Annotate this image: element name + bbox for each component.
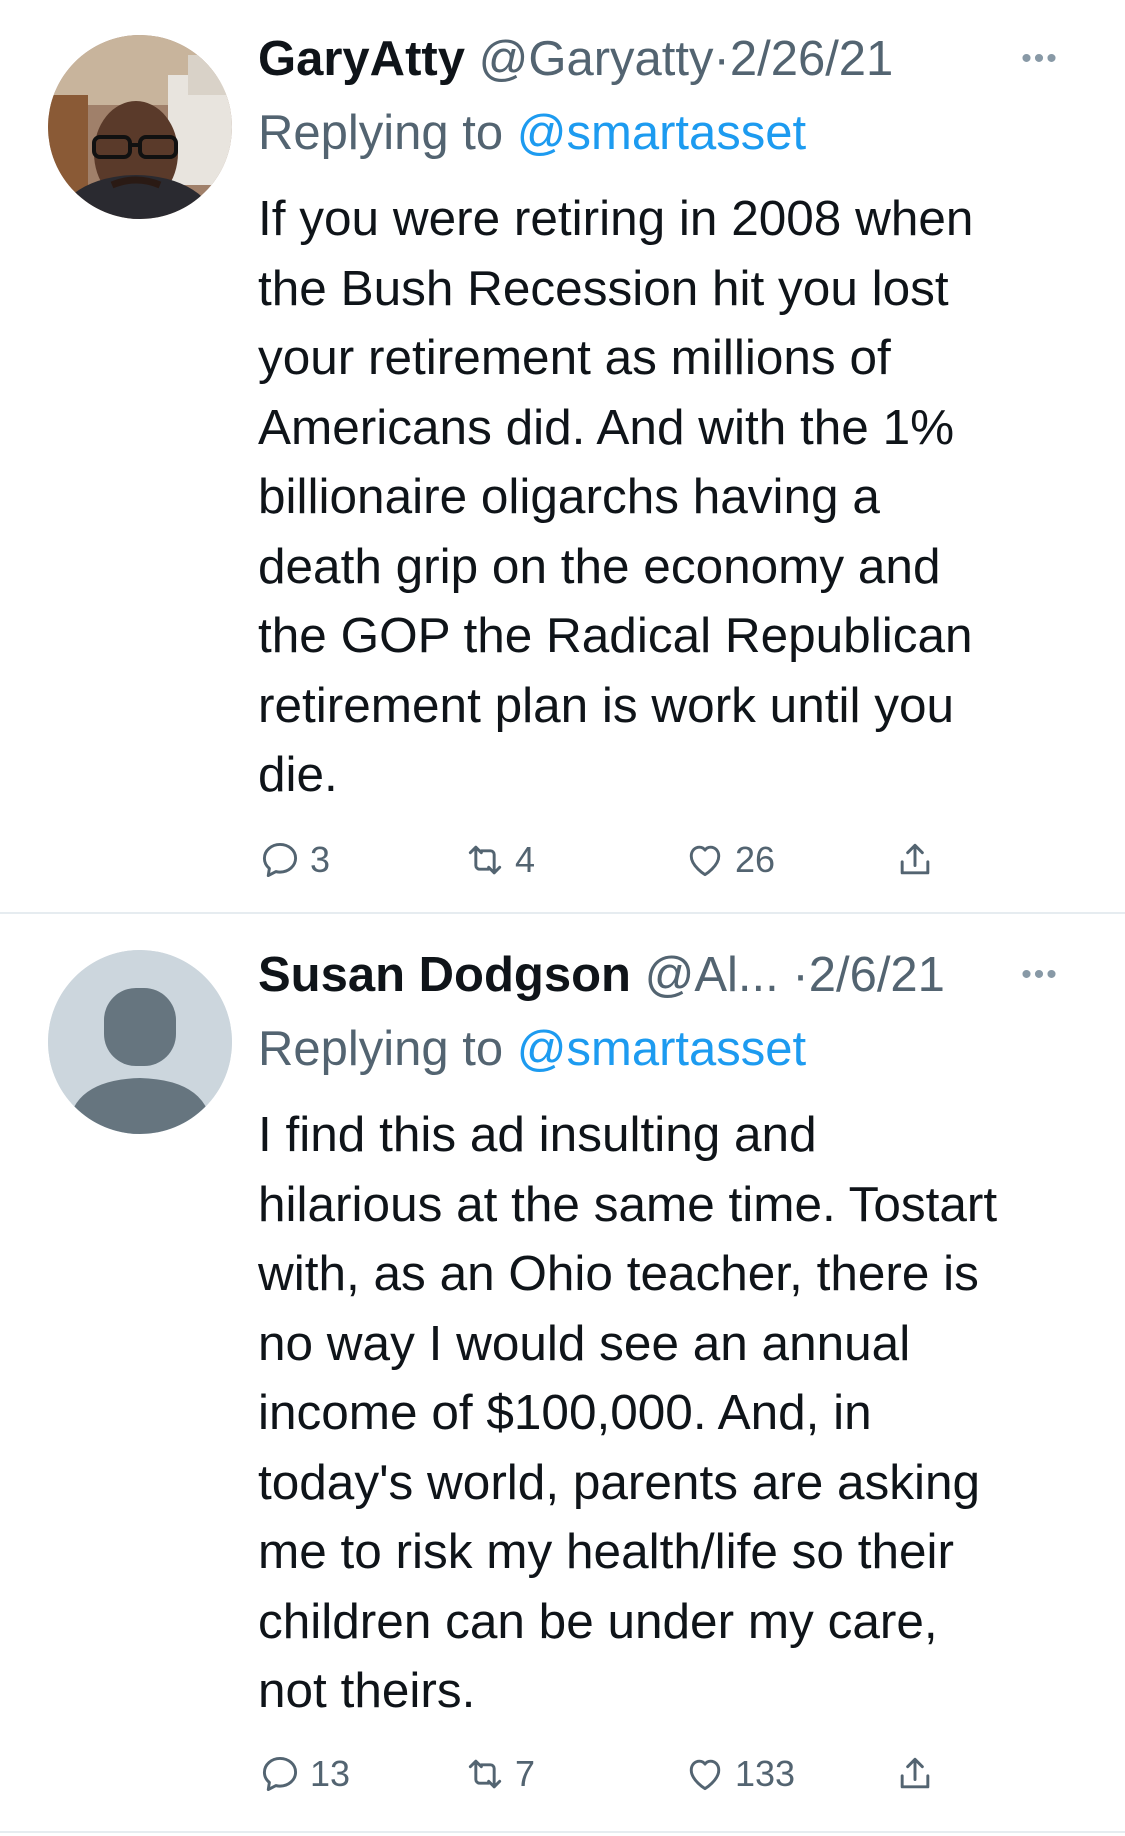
reply-count: 3 (310, 839, 331, 880)
replying-to: Replying to @smartasset (258, 102, 806, 164)
tweet-text: If you were retiring in 2008 when the Bu… (258, 191, 974, 802)
user-handle[interactable]: @Al... (645, 948, 779, 1002)
separator-dot: · (713, 32, 730, 86)
like-count: 133 (735, 1753, 796, 1794)
share-icon (900, 1757, 930, 1789)
default-profile-icon (48, 950, 232, 1134)
replying-mention-link[interactable]: @smartasset (517, 106, 806, 160)
tweet-header: Susan Dodgson @Al... ·2/6/21 (258, 944, 1115, 1006)
tweet-header: GaryAtty @Garyatty·2/26/21 (258, 28, 1115, 90)
replying-to: Replying to @smartasset (258, 1018, 806, 1080)
more-options-icon[interactable]: ••• (1010, 28, 1070, 90)
retweet-button[interactable]: 4 (463, 830, 535, 890)
like-button[interactable]: 26 (683, 830, 775, 890)
avatar[interactable] (48, 950, 232, 1134)
retweet-count: 7 (515, 1753, 536, 1794)
separator-dot: · (792, 948, 809, 1002)
retweet-button[interactable]: 7 (463, 1744, 535, 1804)
user-handle[interactable]: @Garyatty (479, 32, 714, 86)
retweet-count: 4 (515, 839, 536, 880)
retweet-icon (468, 845, 502, 875)
reply-icon (262, 842, 298, 878)
reply-button[interactable]: 13 (258, 1744, 350, 1804)
reply-icon (262, 1756, 298, 1792)
like-count: 26 (735, 839, 776, 880)
share-button[interactable] (893, 1744, 945, 1804)
tweet-date[interactable]: 2/6/21 (809, 948, 945, 1002)
share-icon (900, 843, 930, 875)
tweet-date[interactable]: 2/26/21 (730, 32, 894, 86)
display-name[interactable]: Susan Dodgson (258, 948, 631, 1002)
heart-icon (689, 845, 721, 877)
tweet[interactable]: GaryAtty @Garyatty·2/26/21 ••• Replying … (0, 0, 1125, 912)
user-photo-icon (48, 35, 232, 219)
replying-mention-link[interactable]: @smartasset (517, 1022, 806, 1076)
replying-prefix: Replying to (258, 106, 517, 160)
like-button[interactable]: 133 (683, 1744, 795, 1804)
tweet-actions: 3 4 26 (258, 830, 978, 890)
reply-count: 13 (310, 1753, 351, 1794)
tweet-text: I find this ad insulting and hilarious a… (258, 1107, 998, 1718)
display-name[interactable]: GaryAtty (258, 32, 465, 86)
tweet-actions: 13 7 133 (258, 1744, 978, 1804)
share-button[interactable] (893, 830, 945, 890)
avatar[interactable] (48, 35, 232, 219)
replying-prefix: Replying to (258, 1022, 517, 1076)
tweet-divider (0, 1831, 1125, 1833)
heart-icon (689, 1759, 721, 1791)
more-options-icon[interactable]: ••• (1010, 944, 1070, 1006)
retweet-icon (468, 1759, 502, 1789)
tweet[interactable]: Susan Dodgson @Al... ·2/6/21 ••• Replyin… (0, 914, 1125, 1836)
reply-button[interactable]: 3 (258, 830, 330, 890)
